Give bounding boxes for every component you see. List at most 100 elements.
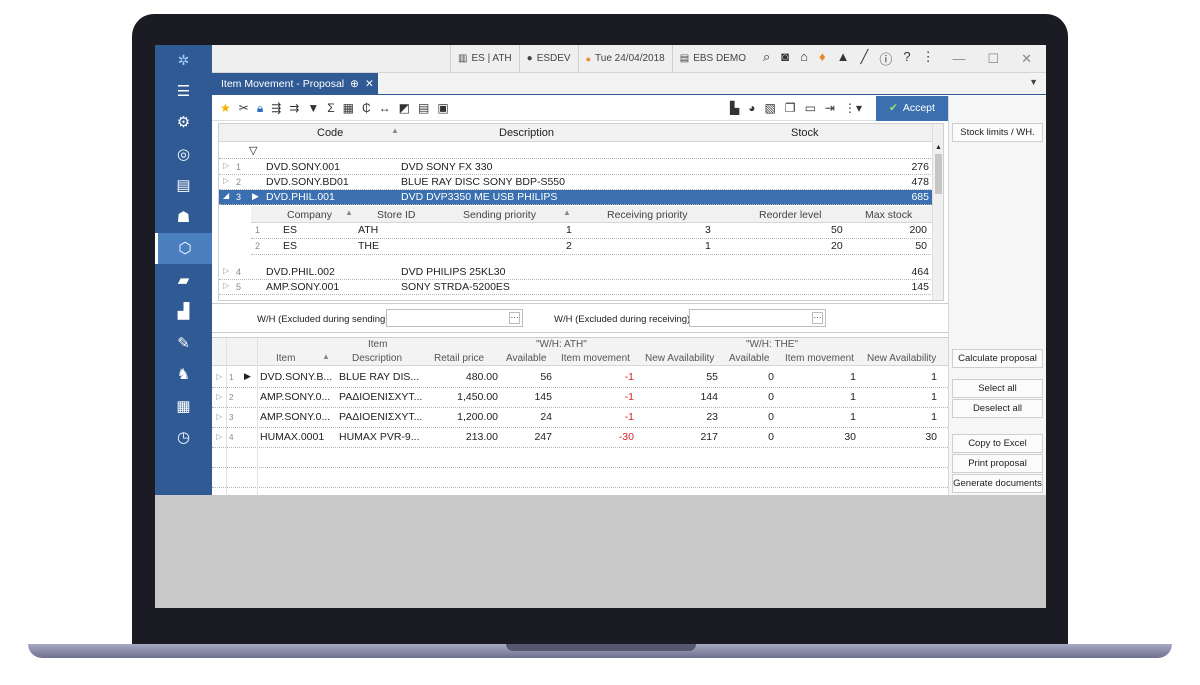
table-row[interactable]: ▷ 4 DVD.PHIL.002 DVD PHILIPS 25KL30 464 [219,265,933,280]
edit-icon[interactable]: ✎ [155,327,212,359]
camera-icon[interactable]: ◙ [781,49,789,68]
date-indicator[interactable]: ● Tue 24/04/2018 [577,45,672,73]
tab-dropdown-icon[interactable]: ▼ [1029,77,1038,87]
vertical-scrollbar[interactable]: ▲ [932,124,943,300]
generate-documents-button[interactable]: Generate documents [952,474,1043,493]
expand-row-icon[interactable]: ▷ [223,161,229,170]
select-all-button[interactable]: Select all [952,379,1043,398]
max-stock-header[interactable]: Max stock [865,209,912,221]
company-header[interactable]: Company [287,209,332,221]
table-row[interactable]: ▷ 1 DVD.SONY.001 DVD SONY FX 330 276 [219,160,933,175]
scroll-thumb[interactable] [935,154,942,194]
reorder-level-header[interactable]: Reorder level [759,209,821,221]
filter-icon[interactable]: ▼ [307,101,319,115]
store-header[interactable]: Store ID [377,209,416,221]
table-row[interactable]: ▷ 3 AMP.SONY.0... ΡΑΔΙΟΕΝΙΣΧΥΤ... 1,200.… [212,408,948,428]
ledger-icon[interactable]: ▤ [155,170,212,202]
new-availability-the-header[interactable]: New Availability [867,353,936,364]
new-availability-ath-header[interactable]: New Availability [645,353,714,364]
available-the-header[interactable]: Available [729,353,769,364]
description-header[interactable]: Description [499,127,554,139]
accept-button[interactable]: ✔ Accept [876,95,948,121]
excluded-receiving-field[interactable]: ··· [689,309,826,327]
edit-grid-icon[interactable]: ◩ [399,101,410,115]
users-icon[interactable]: ☗ [155,201,212,233]
close-window-icon[interactable]: ✕ [1021,51,1032,67]
calculate-proposal-button[interactable]: Calculate proposal [952,349,1043,368]
help-icon[interactable]: ? [903,49,910,68]
width-icon[interactable]: ↔ [379,101,391,115]
collapse-icon[interactable]: ⇉ [289,101,299,115]
receiving-priority-header[interactable]: Receiving priority [607,209,688,221]
expand-row-icon[interactable]: ▷ [216,412,222,421]
excluded-sending-field[interactable]: ··· [386,309,523,327]
expand-row-icon[interactable]: ▷ [223,266,229,275]
target-icon[interactable]: ◎ [155,138,212,170]
warehouse-icon[interactable]: ▟ [155,296,212,328]
tools-icon[interactable]: ✂ [239,101,249,115]
table-row[interactable]: ▷ 4 HUMAX.0001 HUMAX PVR-9... 213.00 247… [212,428,948,448]
expand-row-icon[interactable]: ▷ [216,432,222,441]
minimize-icon[interactable]: — [952,51,965,67]
expand-row-icon[interactable]: ▷ [223,176,229,185]
table-row[interactable]: ▷ 1 ▶ DVD.SONY.B... BLUE RAY DIS... 480.… [212,368,948,388]
lock-icon[interactable]: 🔒︎ [257,101,263,116]
save-icon[interactable]: ▣ [437,101,448,115]
print-icon[interactable]: ▭ [805,101,816,115]
pen-icon[interactable]: ╱ [861,49,869,68]
calculator-icon[interactable]: ▦ [343,101,354,115]
favorite-icon[interactable]: ★ [220,101,231,115]
more-icon[interactable]: ⋮ [922,49,935,68]
browse-receiving-button[interactable]: ··· [812,312,823,324]
scroll-up-icon[interactable]: ▲ [935,144,942,151]
table-row[interactable]: ▷ 2 AMP.SONY.0... ΡΑΔΙΟΕΝΙΣΧΥΤ... 1,450.… [212,388,948,408]
sum-icon[interactable]: Σ [327,101,334,115]
sending-priority-header[interactable]: Sending priority [463,209,536,221]
alert-icon[interactable]: ▲ [837,49,850,68]
close-tab-icon[interactable]: ✕ [365,78,374,90]
retail-price-header[interactable]: Retail price [434,353,484,364]
browse-sending-button[interactable]: ··· [509,312,520,324]
report-icon[interactable]: ▙ [730,101,739,115]
bag-icon[interactable]: ♞ [155,359,212,391]
expand-row-icon[interactable]: ▷ [216,372,222,381]
filter-row[interactable]: ▽ [219,142,933,159]
stock-header[interactable]: Stock [791,127,819,139]
description-header[interactable]: Description [352,353,402,364]
more-options-icon[interactable]: ⋮▾ [844,101,862,115]
movement-ath-header[interactable]: Item movement [561,353,630,364]
chart-icon[interactable]: ▦ [155,390,212,422]
table-row-selected[interactable]: ◢ 3 ▶ DVD.PHIL.001 DVD DVP3350 ME USB PH… [219,190,933,205]
item-header[interactable]: Item [276,353,295,364]
truck-icon[interactable]: ▰ [155,264,212,296]
stock-limits-button[interactable]: Stock limits / WH. [952,123,1043,142]
settings-icon[interactable]: ⚙ [155,107,212,139]
print-proposal-button[interactable]: Print proposal [952,454,1043,473]
info-icon[interactable]: ⓘ [879,49,892,68]
report-search-icon[interactable]: ◕ [748,101,755,115]
export-icon[interactable]: ⇥ [825,101,835,115]
expand-row-icon[interactable]: ▷ [216,392,222,401]
user-indicator[interactable]: ● ESDEV [518,45,578,73]
subgrid-row[interactable]: 1 ES ATH 1 3 50 200 [251,223,933,239]
pin-icon[interactable]: ⊕ [350,78,359,90]
db-indicator[interactable]: ▤ EBS DEMO [671,45,753,73]
bank-icon[interactable]: ⌂ [800,49,808,68]
expand-row-icon[interactable]: ▷ [223,281,229,290]
currency-icon[interactable]: ₵ [362,101,371,115]
table-row[interactable]: ▷ 2 DVD.SONY.BD01 BLUE RAY DISC SONY BDP… [219,175,933,190]
expand-icon[interactable]: ⇶ [271,101,281,115]
deselect-all-button[interactable]: Deselect all [952,399,1043,418]
document-icon[interactable]: ▤ [418,101,429,115]
tab-item-movement[interactable]: Item Movement - Proposal ⊕ ✕ [212,73,378,95]
company-indicator[interactable]: ▥ ES | ATH [450,45,519,73]
box-icon[interactable]: ⬡ [155,232,212,264]
hamburger-icon[interactable]: ☰ [155,75,212,107]
collapse-row-icon[interactable]: ◢ [223,191,229,200]
maximize-icon[interactable]: ☐ [987,51,999,67]
search-icon[interactable]: ⌕ [763,49,770,68]
code-header[interactable]: Code [317,127,343,139]
available-ath-header[interactable]: Available [506,353,546,364]
movement-the-header[interactable]: Item movement [785,353,854,364]
bell-icon[interactable]: ♦ [819,49,826,68]
